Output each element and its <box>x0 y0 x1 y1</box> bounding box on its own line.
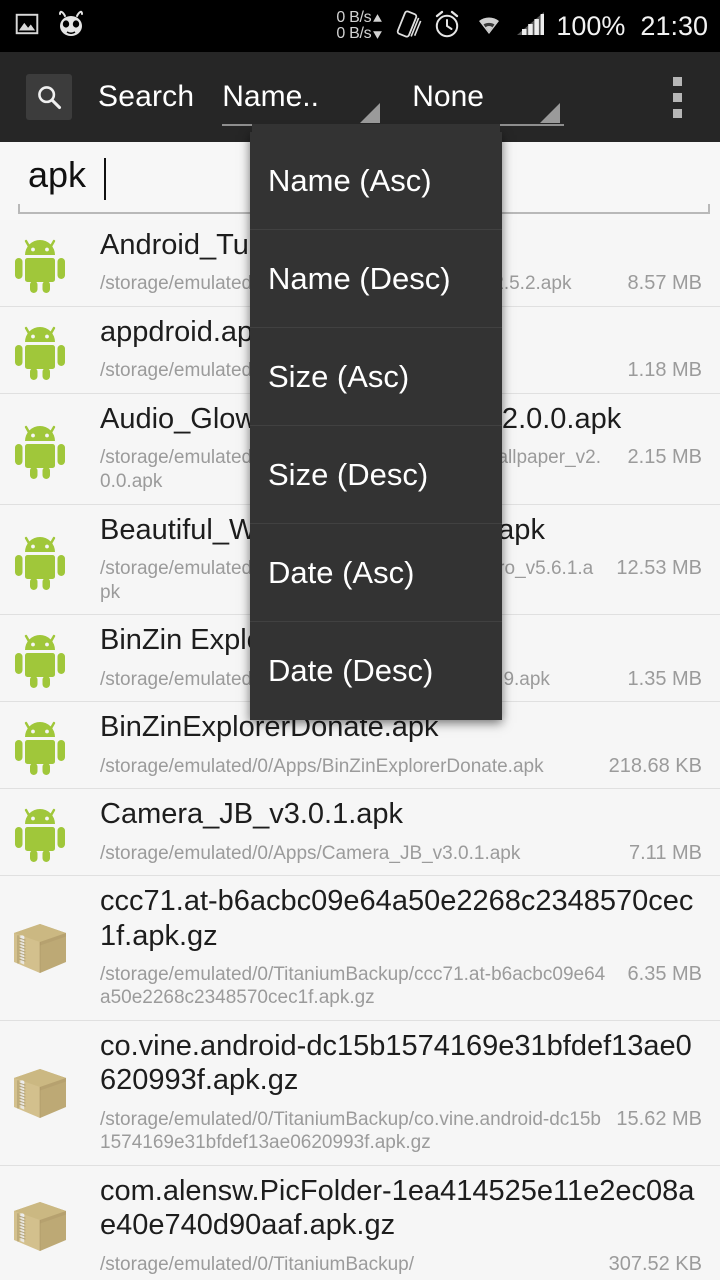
overflow-dot <box>673 76 682 86</box>
overflow-dot <box>673 108 682 118</box>
wifi-icon <box>472 10 506 43</box>
file-path: /storage/emulated/0/Apps/Camera_JB_v3.0.… <box>100 842 521 864</box>
app-screen: 0 B/s 0 B/s 100% 21:30 Search Name.. Non… <box>0 0 720 1280</box>
status-bar-clock: 21:30 <box>640 10 708 41</box>
apk-icon <box>15 809 65 863</box>
apk-icon <box>15 635 65 689</box>
field-tick-right <box>708 204 710 214</box>
vibrate-icon <box>392 8 422 45</box>
file-name: com.alensw.PicFolder-1ea414525e11e2ec08a… <box>100 1175 695 1242</box>
row-meta: /storage/emulated/0/Apps/Camera_JB_v3.0.… <box>100 842 706 866</box>
filter-spinner[interactable]: None <box>412 68 565 126</box>
sort-spinner-value: Name.. <box>222 80 319 113</box>
search-icon[interactable] <box>26 74 72 120</box>
network-up-value: 0 B/s <box>336 9 372 26</box>
status-bar-left-icons <box>0 9 88 44</box>
status-bar-right-icons: 0 B/s 0 B/s 100% 21:30 <box>336 8 720 45</box>
cyanogenmod-icon <box>54 9 88 44</box>
file-path: /storage/emulated/0/TitaniumBackup/ <box>100 1253 415 1275</box>
table-row[interactable]: com.alensw.PicFolder-1ea414525e11e2ec08a… <box>0 1166 720 1280</box>
file-size: 218.68 KB <box>608 754 702 777</box>
apk-icon <box>15 425 65 479</box>
sort-dropdown-menu[interactable]: Name (Asc) Name (Desc) Size (Asc) Size (Des… <box>250 124 502 720</box>
file-name: co.vine.android-dc15b1574169e31bfdef13ae… <box>100 1030 692 1097</box>
signal-icon <box>515 10 547 43</box>
dropdown-anchor <box>252 124 500 134</box>
apk-icon <box>15 536 65 590</box>
apk-icon <box>15 239 65 293</box>
chevron-down-icon <box>360 103 381 123</box>
page-title: Search <box>98 80 195 113</box>
text-cursor <box>104 158 106 200</box>
alarm-icon <box>431 8 463 45</box>
row-meta: /storage/emulated/0/Apps/BinZinExplorerD… <box>100 755 706 779</box>
apk-icon <box>8 528 72 592</box>
row-meta: /storage/emulated/0/TitaniumBackup/307.5… <box>100 1253 706 1277</box>
apk-icon <box>8 318 72 382</box>
row-body: co.vine.android-dc15b1574169e31bfdef13ae… <box>100 1021 720 1165</box>
table-row[interactable]: co.vine.android-dc15b1574169e31bfdef13ae… <box>0 1021 720 1167</box>
sort-option-3[interactable]: Size (Desc) <box>250 426 502 524</box>
apk-icon <box>8 231 72 295</box>
sort-spinner[interactable]: Name.. <box>222 68 385 126</box>
archive-icon <box>14 924 66 974</box>
status-bar: 0 B/s 0 B/s 100% 21:30 <box>0 0 720 52</box>
sort-option-4[interactable]: Date (Asc) <box>250 524 502 622</box>
network-speed-indicator: 0 B/s 0 B/s <box>336 10 383 42</box>
row-body: Camera_JB_v3.0.1.apk/storage/emulated/0/… <box>100 789 720 875</box>
table-row[interactable]: ccc71.at-b6acbc09e64a50e2268c2348570cec1… <box>0 876 720 1022</box>
gallery-icon <box>14 11 40 42</box>
file-size: 1.18 MB <box>627 359 702 382</box>
arrow-down-icon <box>373 30 383 39</box>
network-down-value: 0 B/s <box>336 25 372 42</box>
archive-icon <box>8 916 72 980</box>
file-size: 15.62 MB <box>616 1107 702 1130</box>
archive-icon <box>8 1061 72 1125</box>
row-body: ccc71.at-b6acbc09e64a50e2268c2348570cec1… <box>100 876 720 1020</box>
filter-spinner-value: None <box>412 80 484 113</box>
file-path: /storage/emulated/0/TitaniumBackup/ccc71… <box>100 963 606 1009</box>
file-size: 6.35 MB <box>627 962 702 985</box>
archive-icon <box>14 1069 66 1119</box>
overflow-menu-icon[interactable] <box>673 76 682 118</box>
row-meta: /storage/emulated/0/TitaniumBackup/ccc71… <box>100 963 706 1011</box>
table-row[interactable]: Camera_JB_v3.0.1.apk/storage/emulated/0/… <box>0 789 720 877</box>
file-size: 12.53 MB <box>616 556 702 579</box>
sort-option-1[interactable]: Name (Desc) <box>250 230 502 328</box>
apk-icon <box>15 326 65 380</box>
arrow-up-icon <box>373 13 383 22</box>
row-body: com.alensw.PicFolder-1ea414525e11e2ec08a… <box>100 1166 720 1280</box>
apk-icon <box>8 417 72 481</box>
file-size: 307.52 KB <box>608 1252 702 1275</box>
sort-option-0[interactable]: Name (Asc) <box>250 132 502 230</box>
sort-option-2[interactable]: Size (Asc) <box>250 328 502 426</box>
file-path: /storage/emulated/0/Apps/BinZinExplorerD… <box>100 755 544 777</box>
overflow-dot <box>673 92 682 102</box>
archive-icon <box>8 1194 72 1258</box>
row-meta: /storage/emulated/0/TitaniumBackup/co.vi… <box>100 1108 706 1156</box>
archive-icon <box>14 1202 66 1252</box>
file-size: 7.11 MB <box>629 841 702 864</box>
file-name: ccc71.at-b6acbc09e64a50e2268c2348570cec1… <box>100 885 694 952</box>
chevron-down-icon <box>540 103 561 123</box>
apk-icon <box>15 722 65 776</box>
apk-icon <box>8 626 72 690</box>
battery-percent: 100% <box>556 10 626 41</box>
sort-option-5[interactable]: Date (Desc) <box>250 622 502 720</box>
apk-icon <box>8 713 72 777</box>
file-path: /storage/emulated/0/TitaniumBackup/co.vi… <box>100 1108 601 1154</box>
file-size: 1.35 MB <box>627 667 702 690</box>
file-size: 8.57 MB <box>627 272 702 295</box>
file-name: Camera_JB_v3.0.1.apk <box>100 798 404 831</box>
apk-icon <box>8 800 72 864</box>
search-input[interactable]: apk <box>28 154 86 196</box>
file-size: 2.15 MB <box>627 446 702 469</box>
